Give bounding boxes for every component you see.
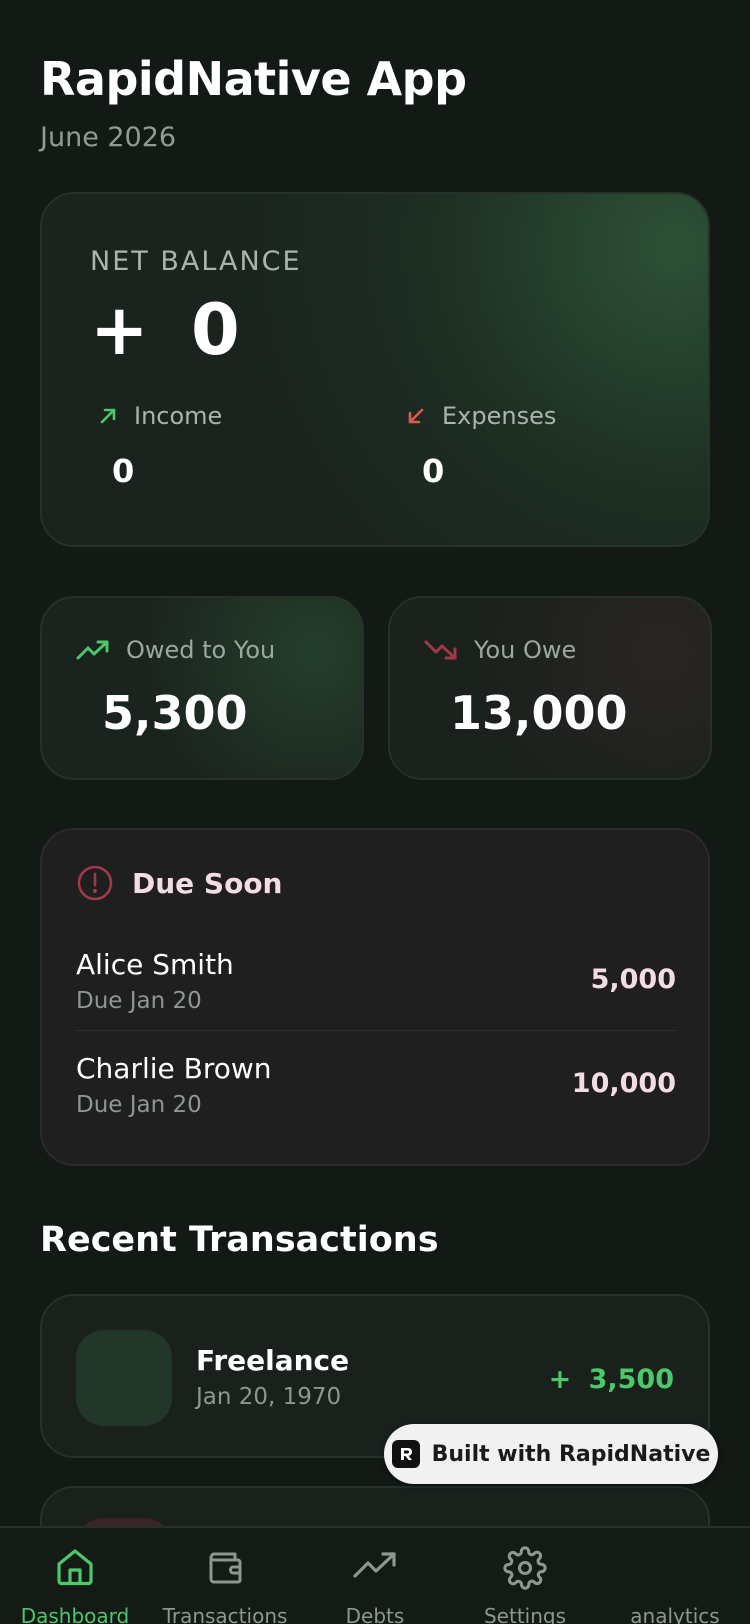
tab-analytics[interactable]: analytics — [600, 1528, 750, 1624]
trending-up-icon — [76, 639, 110, 661]
transaction-date: Jan 20, 1970 — [196, 1384, 342, 1410]
rapidnative-logo-icon — [391, 1440, 420, 1468]
transaction-category-icon — [76, 1330, 172, 1426]
tab-dashboard[interactable]: Dashboard — [0, 1528, 150, 1624]
app-title: RapidNative App — [40, 52, 467, 106]
income-summary: Income — [96, 402, 222, 430]
net-balance-value: + 0 — [90, 289, 240, 371]
income-label: Income — [134, 402, 223, 430]
divider — [76, 1030, 676, 1031]
tab-label: Debts — [345, 1604, 405, 1624]
you-owe-card[interactable]: You Owe 13,000 — [388, 596, 712, 780]
due-item[interactable]: Alice Smith Due Jan 20 5,000 — [76, 948, 676, 1038]
due-soon-header: Due Soon — [76, 864, 283, 902]
owed-to-you-header: Owed to You — [76, 636, 275, 664]
arrow-down-left-icon — [404, 404, 428, 428]
expenses-summary: Expenses — [404, 402, 556, 430]
owed-to-you-card[interactable]: Owed to You 5,300 — [40, 596, 364, 780]
transaction-name: Freelance — [196, 1344, 350, 1377]
trending-up-icon — [352, 1546, 398, 1588]
net-balance-label: NET BALANCE — [90, 246, 302, 277]
alert-circle-icon — [76, 864, 114, 902]
tab-label: Settings — [483, 1604, 567, 1624]
expenses-value: 0 — [422, 452, 445, 490]
tab-transactions[interactable]: Transactions — [150, 1528, 300, 1624]
badge-text: Built with RapidNative — [431, 1441, 711, 1467]
due-item-date: Due Jan 20 — [76, 1092, 202, 1118]
tab-label: analytics — [630, 1604, 720, 1624]
tab-settings[interactable]: Settings — [450, 1528, 600, 1624]
you-owe-label: You Owe — [474, 636, 577, 664]
dashboard-screen: RapidNative App June 2026 NET BALANCE + … — [0, 0, 750, 1624]
due-item-name: Charlie Brown — [76, 1052, 272, 1085]
due-item-amount: 10,000 — [571, 1068, 676, 1099]
due-item-name: Alice Smith — [76, 948, 234, 981]
trending-down-icon — [424, 639, 458, 661]
you-owe-value: 13,000 — [450, 686, 628, 740]
recent-transactions-title: Recent Transactions — [40, 1220, 439, 1260]
income-value: 0 — [112, 452, 135, 490]
transaction-amount: + 3,500 — [548, 1364, 674, 1395]
bottom-tab-bar: Dashboard Transactions Debts Settings an… — [0, 1526, 750, 1624]
expenses-label: Expenses — [442, 402, 557, 430]
due-item[interactable]: Charlie Brown Due Jan 20 10,000 — [76, 1052, 676, 1142]
net-balance-card: NET BALANCE + 0 Income 0 Expenses 0 — [40, 192, 710, 547]
tab-debts[interactable]: Debts — [300, 1528, 450, 1624]
you-owe-header: You Owe — [424, 636, 576, 664]
current-month: June 2026 — [40, 122, 177, 153]
due-soon-title: Due Soon — [132, 866, 283, 900]
wallet-icon — [204, 1546, 246, 1588]
owed-to-you-value: 5,300 — [102, 686, 248, 740]
owed-to-you-label: Owed to You — [126, 636, 276, 664]
tab-label: Transactions — [162, 1604, 288, 1624]
tab-label: Dashboard — [20, 1604, 130, 1624]
due-item-amount: 5,000 — [590, 964, 676, 995]
due-item-date: Due Jan 20 — [76, 988, 202, 1014]
arrow-up-right-icon — [96, 404, 120, 428]
home-icon — [54, 1546, 96, 1588]
built-with-badge[interactable]: Built with RapidNative — [384, 1424, 718, 1484]
due-soon-card: Due Soon Alice Smith Due Jan 20 5,000 Ch… — [40, 828, 710, 1166]
gear-icon — [503, 1546, 547, 1590]
